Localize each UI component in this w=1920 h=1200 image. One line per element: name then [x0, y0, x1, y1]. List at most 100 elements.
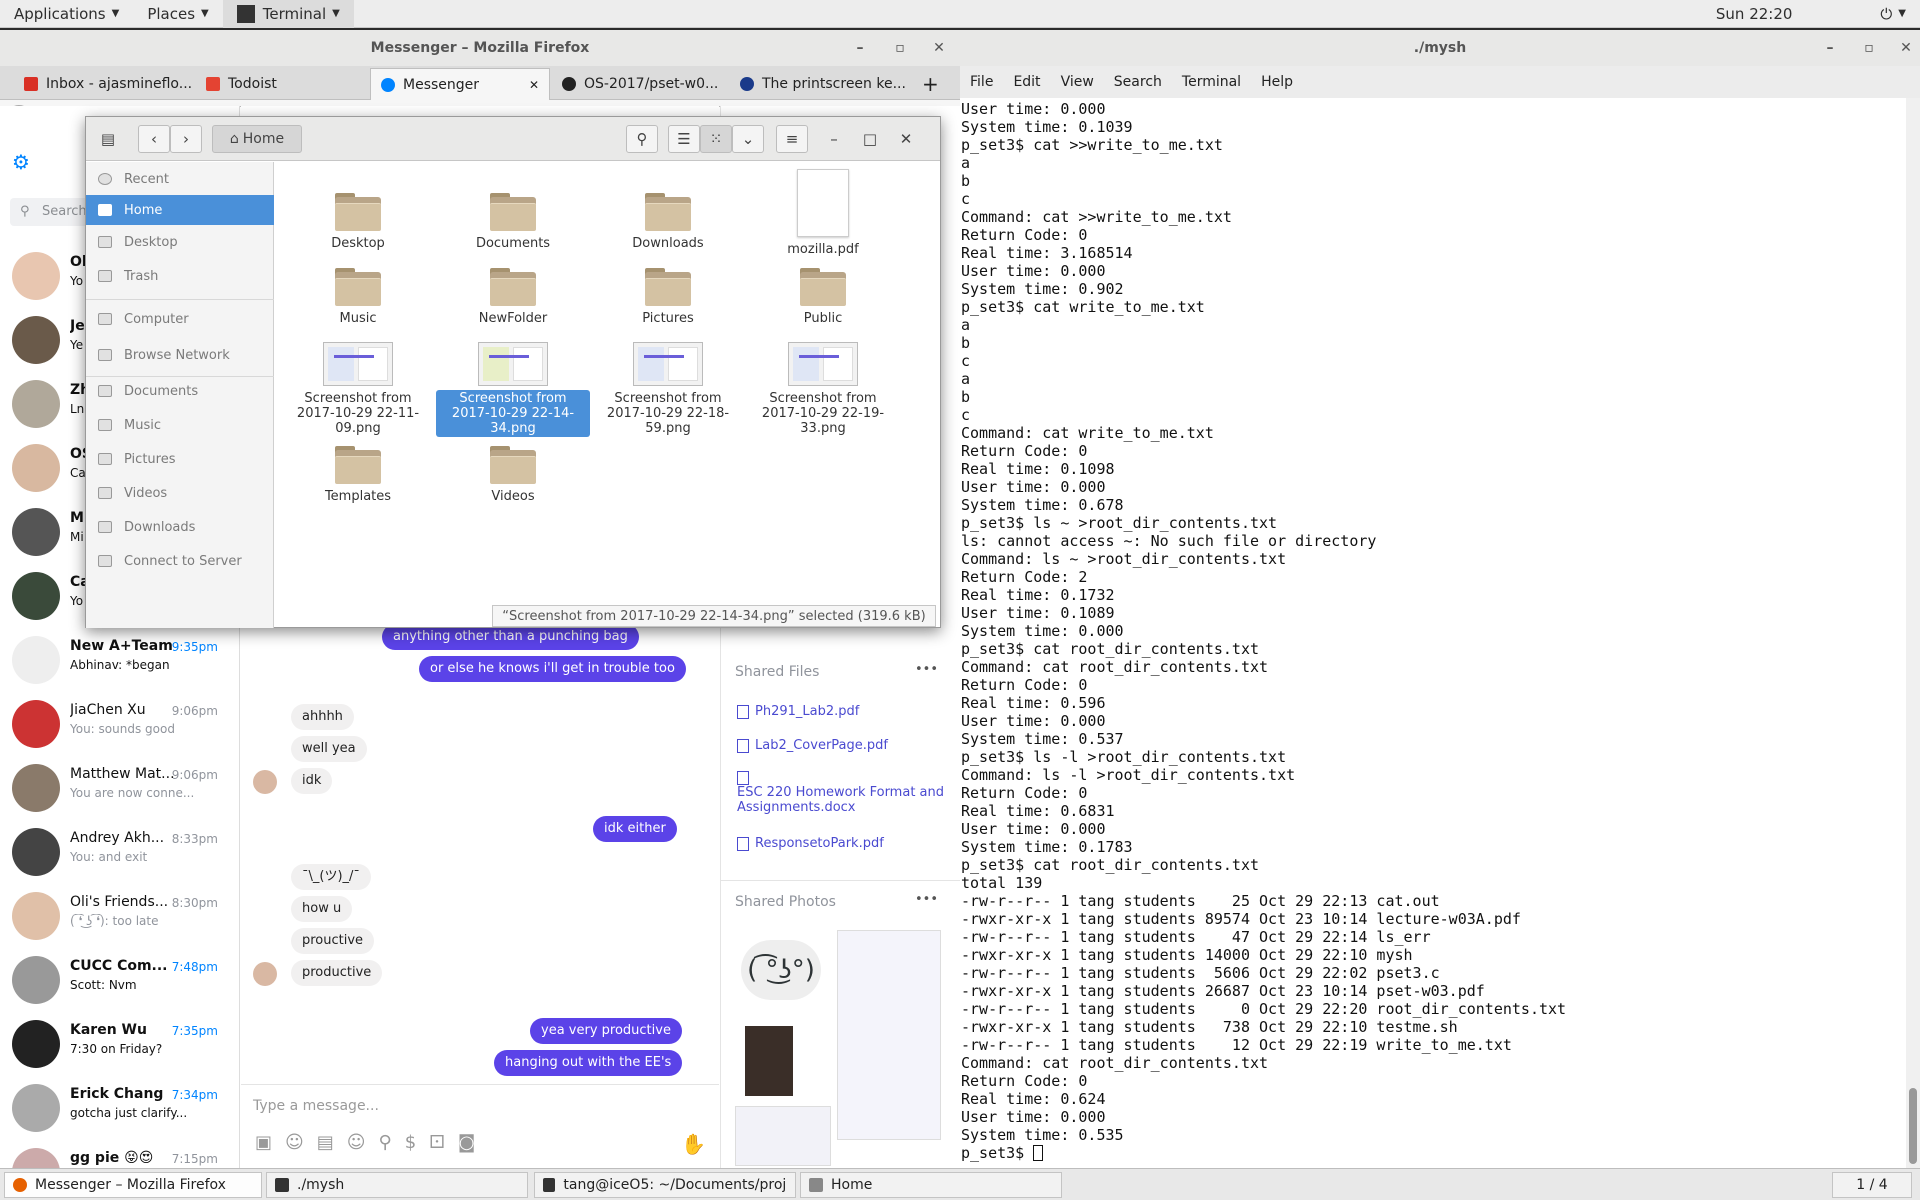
- conversation-item[interactable]: Erick Chang gotcha just clarify... 7:34pm: [0, 1076, 239, 1140]
- shared-photo[interactable]: ( ͡°͜ʖ°): [741, 940, 821, 1000]
- conversation-item[interactable]: New A+Team Abhinav: *began 9:35pm: [0, 628, 239, 692]
- new-tab-button[interactable]: +: [912, 68, 949, 100]
- tab-github[interactable]: OS-2017/pset-w0...: [552, 68, 728, 100]
- terminal-app-menu[interactable]: Terminal ▼: [222, 0, 354, 28]
- like-icon[interactable]: ✋: [681, 1132, 706, 1156]
- maximize-button[interactable]: ▫: [890, 38, 910, 58]
- minimize-button[interactable]: –: [1820, 38, 1840, 58]
- file-item[interactable]: Desktop: [281, 193, 435, 252]
- minimize-button[interactable]: –: [850, 38, 870, 58]
- file-item-selected[interactable]: Screenshot from 2017-10-29 22-14-34.png: [436, 342, 590, 437]
- menu-search[interactable]: Search: [1104, 74, 1172, 90]
- sidebar-item-connect-to-server[interactable]: Connect to Server: [86, 546, 274, 576]
- conversation-item[interactable]: Matthew Mat... You are now conne... 9:06pm: [0, 756, 239, 820]
- file-item[interactable]: Screenshot from 2017-10-29 22-18-59.png: [591, 342, 745, 437]
- grid-view-button[interactable]: ⁙: [700, 125, 732, 153]
- shared-file-link[interactable]: Ph291_Lab2.pdf: [737, 704, 947, 719]
- tab-printscreen[interactable]: The printscreen ke...: [730, 68, 916, 100]
- doc-icon: [737, 770, 749, 785]
- shared-file-link[interactable]: Lab2_CoverPage.pdf: [737, 738, 947, 753]
- workspace-switcher[interactable]: 1 / 4: [1832, 1172, 1912, 1198]
- shared-photo[interactable]: [745, 1026, 793, 1096]
- conversation-item[interactable]: Oli's Friends... ( ͡❛ ͜ʖ ͡❛): too late 8:3…: [0, 884, 239, 948]
- close-button[interactable]: ✕: [894, 125, 918, 153]
- places-label: Places: [147, 4, 196, 23]
- sidebar-item-desktop[interactable]: Desktop: [86, 227, 274, 257]
- avatar: [253, 770, 277, 794]
- applications-menu[interactable]: Applications ▼: [0, 0, 133, 28]
- menu-file[interactable]: File: [960, 74, 1003, 90]
- search-button[interactable]: ⚲: [626, 125, 658, 153]
- shared-photo[interactable]: [837, 930, 941, 1140]
- sidebar-item-videos[interactable]: Videos: [86, 478, 274, 508]
- file-item[interactable]: Videos: [436, 446, 590, 505]
- file-item[interactable]: NewFolder: [436, 268, 590, 327]
- scrollbar-thumb[interactable]: [1909, 1088, 1917, 1164]
- scrollbar[interactable]: [1906, 98, 1920, 1168]
- sidebar-item-documents[interactable]: Documents: [86, 376, 274, 406]
- file-item[interactable]: Documents: [436, 193, 590, 252]
- places-menu[interactable]: Places ▼: [133, 0, 222, 28]
- file-item[interactable]: Downloads: [591, 193, 745, 252]
- sidebar-item-pictures[interactable]: Pictures: [86, 444, 274, 474]
- menu-edit[interactable]: Edit: [1003, 74, 1050, 90]
- tab-gmail[interactable]: Inbox - ajasmineflo...: [14, 68, 202, 100]
- close-tab-icon[interactable]: ✕: [529, 78, 539, 92]
- file-item[interactable]: mozilla.pdf: [746, 169, 900, 258]
- sidebar-item-browse-network[interactable]: Browse Network: [86, 340, 274, 370]
- shared-file-link[interactable]: ResponsetoPark.pdf: [737, 836, 947, 851]
- menu-button[interactable]: ≡: [776, 125, 808, 153]
- composer-toolbar[interactable]: ▣☺▤☺⚲$⚀◙: [255, 1132, 488, 1153]
- menu-terminal[interactable]: Terminal: [1172, 74, 1251, 90]
- more-icon[interactable]: •••: [915, 892, 938, 907]
- power-menu[interactable]: ⏻ ▼: [1866, 0, 1920, 28]
- terminal-line: b: [961, 334, 971, 352]
- file-item[interactable]: Music: [281, 268, 435, 327]
- menu-help[interactable]: Help: [1251, 74, 1303, 90]
- file-label: Screenshot from 2017-10-29 22-18-59.png: [606, 391, 730, 436]
- more-icon[interactable]: •••: [915, 662, 938, 677]
- file-item[interactable]: Screenshot from 2017-10-29 22-11-09.png: [281, 342, 435, 437]
- conversation-item[interactable]: CUCC Com... Scott: Nvm 7:48pm: [0, 948, 239, 1012]
- forward-button[interactable]: ›: [170, 125, 202, 153]
- terminal-line: a: [961, 154, 971, 172]
- minimize-button[interactable]: –: [822, 125, 846, 153]
- sidebar-item-trash[interactable]: Trash: [86, 261, 274, 291]
- sidebar-item-computer[interactable]: Computer: [86, 304, 274, 334]
- close-button[interactable]: ✕: [1896, 38, 1916, 58]
- maximize-button[interactable]: □: [858, 125, 882, 153]
- conversation-item[interactable]: JiaChen Xu You: sounds good 9:06pm: [0, 692, 239, 756]
- task-mysh[interactable]: ./mysh: [266, 1172, 528, 1198]
- maximize-button[interactable]: ▫: [1859, 38, 1879, 58]
- gear-icon[interactable]: ⚙: [12, 150, 30, 174]
- menu-view[interactable]: View: [1051, 74, 1104, 90]
- tab-todoist[interactable]: Todoist: [196, 68, 287, 100]
- tab-messenger[interactable]: Messenger ✕: [370, 68, 550, 100]
- sidebar-item-recent[interactable]: Recent: [86, 164, 274, 194]
- back-button[interactable]: ‹: [138, 125, 170, 153]
- shared-photo[interactable]: [735, 1106, 831, 1166]
- terminal-output[interactable]: User time: 0.000 System time: 0.1039 p_set…: [960, 98, 1904, 1168]
- task-firefox[interactable]: Messenger – Mozilla Firefox: [4, 1172, 262, 1198]
- search-placeholder: Search: [42, 204, 87, 219]
- sidebar-item-downloads[interactable]: Downloads: [86, 512, 274, 542]
- close-button[interactable]: ✕: [929, 38, 949, 58]
- clock[interactable]: Sun 22:20: [1702, 0, 1807, 28]
- path-home-button[interactable]: ⌂ Home: [212, 125, 302, 153]
- task-files[interactable]: Home: [800, 1172, 1062, 1198]
- file-item[interactable]: Screenshot from 2017-10-29 22-19-33.png: [746, 342, 900, 437]
- list-view-button[interactable]: ☰: [668, 125, 700, 153]
- sidebar-item-home[interactable]: Home: [86, 195, 274, 225]
- conversation-item[interactable]: Karen Wu 7:30 on Friday? 7:35pm: [0, 1012, 239, 1076]
- task-terminal[interactable]: tang@iceO5: ~/Documents/projec...: [534, 1172, 796, 1198]
- conversation-item[interactable]: gg pie 😝😍 7:15pm: [0, 1140, 239, 1168]
- terminal-prompt-line[interactable]: p_set3$: [961, 1144, 1903, 1162]
- conversation-item[interactable]: Andrey Akh... You: and exit 8:33pm: [0, 820, 239, 884]
- file-item[interactable]: Public: [746, 268, 900, 327]
- shared-file-link[interactable]: ESC 220 Homework Format and Assignments.…: [737, 770, 947, 815]
- message-composer[interactable]: Type a message...: [253, 1098, 379, 1114]
- file-item[interactable]: Templates: [281, 446, 435, 505]
- sidebar-item-music[interactable]: Music: [86, 410, 274, 440]
- file-item[interactable]: Pictures: [591, 268, 745, 327]
- view-options-button[interactable]: ⌄: [732, 125, 764, 153]
